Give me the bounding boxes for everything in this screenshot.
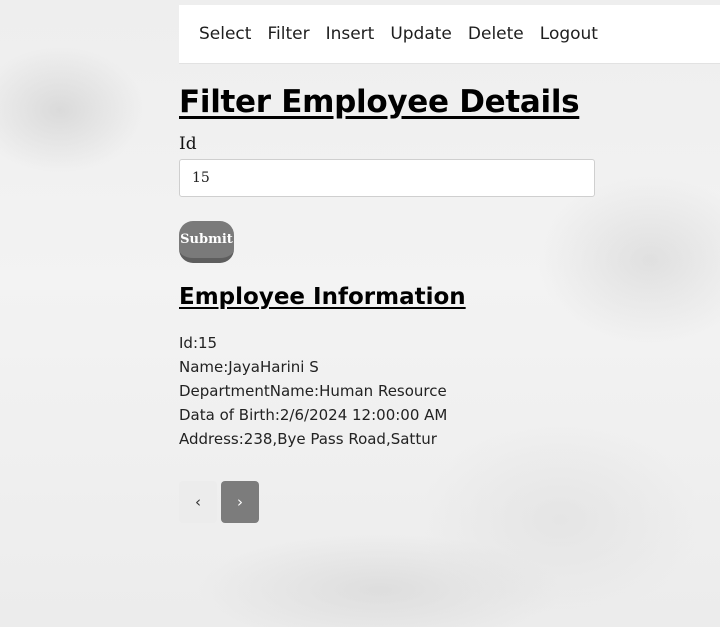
nav-update-link[interactable]: Update bbox=[390, 24, 452, 44]
nav-filter-link[interactable]: Filter bbox=[267, 24, 309, 44]
chevron-right-icon: › bbox=[237, 493, 243, 511]
next-page-button[interactable]: › bbox=[221, 481, 259, 523]
id-input[interactable] bbox=[179, 159, 595, 197]
nav-delete-link[interactable]: Delete bbox=[468, 24, 524, 44]
info-address: Address:238,Bye Pass Road,Sattur bbox=[179, 430, 437, 448]
chevron-left-icon: ‹ bbox=[195, 493, 201, 511]
submit-button[interactable]: Submit bbox=[179, 221, 234, 263]
pagination: ‹ › bbox=[179, 481, 259, 523]
filter-form: Id Submit bbox=[179, 132, 720, 263]
info-date-of-birth: Data of Birth:2/6/2024 12:00:00 AM bbox=[179, 406, 448, 424]
employee-info-list: Id:15 Name:JayaHarini S DepartmentName:H… bbox=[179, 331, 720, 451]
main-content: Filter Employee Details Id Submit Employ… bbox=[179, 80, 720, 451]
nav-insert-link[interactable]: Insert bbox=[326, 24, 375, 44]
nav-logout-link[interactable]: Logout bbox=[540, 24, 598, 44]
info-id: Id:15 bbox=[179, 334, 218, 352]
info-department: DepartmentName:Human Resource bbox=[179, 382, 447, 400]
nav-select-link[interactable]: Select bbox=[199, 24, 251, 44]
id-label: Id bbox=[179, 134, 197, 154]
previous-page-button[interactable]: ‹ bbox=[179, 481, 217, 523]
top-navbar: Select Filter Insert Update Delete Logou… bbox=[179, 5, 720, 64]
employee-info-title: Employee Information bbox=[179, 284, 466, 310]
info-name: Name:JayaHarini S bbox=[179, 358, 319, 376]
page-title: Filter Employee Details bbox=[179, 84, 580, 120]
